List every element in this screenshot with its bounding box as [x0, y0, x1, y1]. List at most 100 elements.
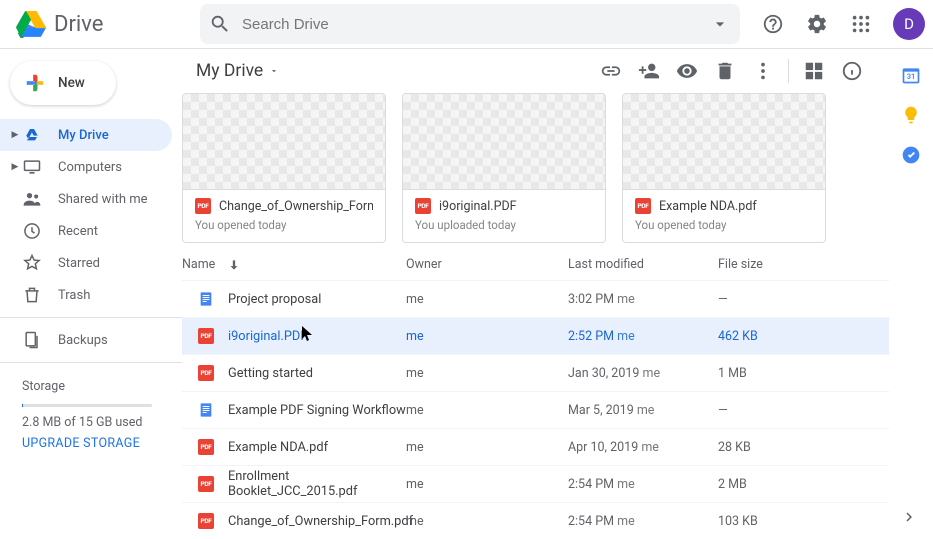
sidebar-item-starred[interactable]: Starred [0, 247, 172, 279]
table-row[interactable]: PDFi9original.PDFme2:52 PM me462 KB [182, 317, 889, 354]
file-name: Change_of_Ownership_Form.pdf [228, 514, 413, 529]
pdf-icon: PDF [415, 198, 431, 214]
view-details-button[interactable] [833, 52, 871, 90]
sidebar-item-shared-with-me[interactable]: Shared with me [0, 183, 172, 215]
preview-button[interactable] [668, 52, 706, 90]
quick-access-card[interactable]: PDFi9original.PDFYou uploaded today [402, 93, 606, 243]
search-bar[interactable] [200, 4, 740, 44]
trash-icon [20, 283, 44, 307]
storage-used: 2.8 MB of 15 GB used [22, 415, 182, 430]
sidebar-item-label: Computers [58, 160, 122, 175]
file-size: 2 MB [718, 477, 838, 492]
file-size: — [718, 403, 838, 418]
file-owner: me [406, 440, 568, 455]
sidebar-item-my-drive[interactable]: ▶My Drive [0, 119, 172, 151]
support-button[interactable] [753, 4, 793, 44]
calendar-icon[interactable]: 31 [901, 65, 921, 85]
search-options-icon[interactable] [708, 12, 732, 36]
avatar[interactable]: D [893, 8, 925, 40]
quick-access-card[interactable]: PDFChange_of_Ownership_Form.pdfYou opene… [182, 93, 386, 243]
card-subtitle: You uploaded today [415, 218, 593, 232]
share-button[interactable] [630, 52, 668, 90]
shared-icon [20, 187, 44, 211]
table-row[interactable]: PDFEnrollment Booklet_JCC_2015.pdfme2:54… [182, 465, 889, 502]
storage-section: Storage 2.8 MB of 15 GB used UPGRADE STO… [0, 369, 182, 451]
sidebar-item-computers[interactable]: ▶ Computers [0, 151, 172, 183]
breadcrumb[interactable]: My Drive [188, 57, 287, 85]
pdf-icon: PDF [198, 439, 214, 455]
svg-text:31: 31 [907, 72, 916, 81]
topbar-actions [592, 52, 871, 90]
grid-view-button[interactable] [795, 52, 833, 90]
pdf-icon: PDF [198, 365, 214, 381]
table-row[interactable]: Project proposal me3:02 PM me— [182, 280, 889, 317]
file-size: 103 KB [718, 514, 838, 529]
storage-label: Storage [22, 379, 182, 394]
file-list: Project proposalme3:02 PM me—PDFi9origin… [182, 280, 889, 539]
apps-button[interactable] [841, 4, 881, 44]
table-row[interactable]: PDFGetting startedmeJan 30, 2019 me1 MB [182, 354, 889, 391]
chevron-right-icon: ▶ [10, 130, 20, 140]
sidebar-item-label: Backups [58, 333, 108, 348]
quick-access: PDFChange_of_Ownership_Form.pdfYou opene… [182, 93, 889, 243]
pdf-icon: PDF [198, 476, 214, 492]
docs-icon [198, 291, 214, 307]
search-icon[interactable] [208, 12, 232, 36]
card-preview [183, 94, 385, 189]
hide-side-panel-button[interactable] [895, 503, 923, 531]
table-row[interactable]: PDFChange_of_Ownership_Form.pdfme2:54 PM… [182, 502, 889, 539]
file-size: 462 KB [718, 329, 838, 344]
remove-button[interactable] [706, 52, 744, 90]
file-size: 28 KB [718, 440, 838, 455]
get-link-button[interactable] [592, 52, 630, 90]
header: Drive D [0, 0, 933, 48]
sidebar-item-recent[interactable]: Recent [0, 215, 172, 247]
upgrade-storage-link[interactable]: UPGRADE STORAGE [22, 436, 182, 451]
more-actions-button[interactable] [744, 52, 782, 90]
quick-access-card[interactable]: PDF Example NDA.pdf You opened today [622, 93, 826, 243]
table-row[interactable]: Example PDF Signing WorkflowmeMar 5, 201… [182, 391, 889, 428]
chevron-right-icon: ▶ [10, 162, 20, 172]
drive-icon [20, 123, 44, 147]
file-owner: me [406, 477, 568, 492]
pdf-icon: PDF [195, 198, 211, 214]
new-button[interactable]: New [10, 61, 116, 105]
file-modified: Jan 30, 2019 me [568, 366, 718, 381]
pdf-icon: PDF [198, 513, 214, 529]
sidebar-item-label: Recent [58, 224, 98, 239]
table-row[interactable]: PDF Example NDA.pdf meApr 10, 2019 me28 KB [182, 428, 889, 465]
sidebar-item-backups[interactable]: Backups [0, 324, 172, 356]
file-modified: 3:02 PM me [568, 292, 718, 307]
col-modified[interactable]: Last modified [568, 257, 718, 272]
card-title: Example NDA.pdf [659, 199, 757, 214]
new-button-label: New [58, 75, 85, 91]
file-modified: Apr 10, 2019 me [568, 440, 718, 455]
file-size: 1 MB [718, 366, 838, 381]
col-name[interactable]: Name [182, 257, 215, 272]
file-name: Example NDA.pdf [228, 440, 328, 455]
search-input[interactable] [232, 16, 708, 33]
file-name: Project proposal [228, 292, 321, 307]
docs-icon [198, 402, 214, 418]
file-name: Enrollment Booklet_JCC_2015.pdf [228, 469, 406, 499]
col-owner[interactable]: Owner [406, 257, 568, 272]
chevron-down-icon [269, 66, 279, 76]
storage-bar [22, 404, 152, 407]
keep-icon[interactable] [901, 105, 921, 125]
logo[interactable]: Drive [16, 11, 192, 38]
sidebar-item-label: Trash [58, 288, 90, 303]
card-subtitle: You opened today [635, 218, 813, 232]
file-owner: me [406, 292, 568, 307]
table-header: Name Owner Last modified File size [182, 257, 889, 280]
app-name: Drive [54, 12, 103, 37]
sidebar: New ▶My Drive▶ComputersShared with meRec… [0, 48, 182, 539]
tasks-icon[interactable] [901, 145, 921, 165]
file-size: — [718, 292, 838, 307]
settings-button[interactable] [797, 4, 837, 44]
sidebar-item-trash[interactable]: Trash [0, 279, 172, 311]
recent-icon [20, 219, 44, 243]
col-size[interactable]: File size [718, 257, 838, 272]
file-modified: Mar 5, 2019 me [568, 403, 718, 418]
plus-icon [24, 72, 46, 94]
pdf-icon: PDF [635, 198, 651, 214]
